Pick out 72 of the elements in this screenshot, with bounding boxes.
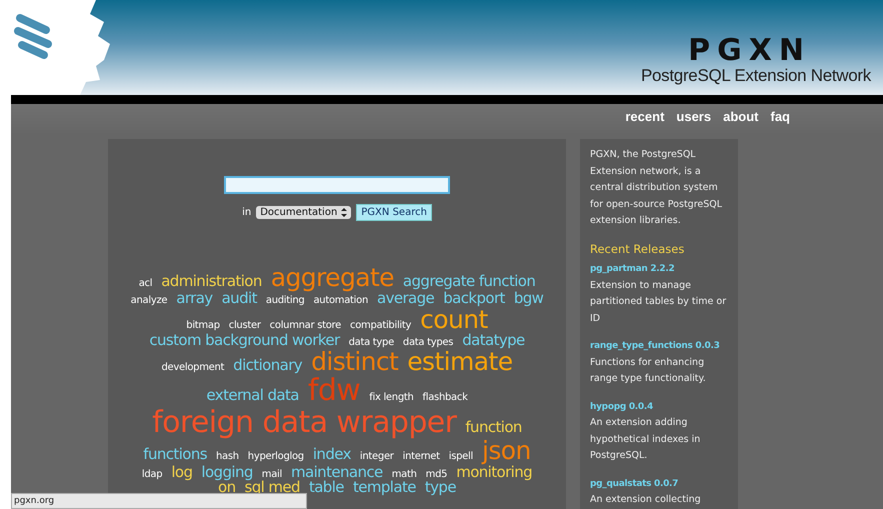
search-button[interactable]: PGXN Search: [356, 204, 432, 221]
tag-link[interactable]: auditing: [266, 296, 304, 307]
tag-link[interactable]: estimate: [407, 349, 512, 376]
tag-link[interactable]: template: [352, 480, 416, 496]
tag-link[interactable]: analyze: [130, 296, 168, 307]
nav-link[interactable]: users: [676, 109, 712, 139]
release-description: An extension collecting: [590, 493, 702, 507]
tag-link[interactable]: distinct: [311, 349, 398, 376]
tag-link[interactable]: count: [420, 307, 488, 334]
tag-link[interactable]: aggregate function: [402, 274, 536, 290]
tag-link[interactable]: automation: [313, 296, 368, 307]
tag-link[interactable]: aggregate: [270, 265, 394, 292]
tag-link[interactable]: integer: [360, 452, 394, 463]
tag-link[interactable]: internet: [402, 452, 440, 463]
tag-link[interactable]: fix length: [369, 393, 414, 404]
nav-link[interactable]: about: [723, 109, 758, 139]
tag-link[interactable]: mail: [262, 470, 282, 480]
tag-link[interactable]: flashback: [422, 393, 468, 404]
scope-label: in: [242, 207, 252, 218]
search-field[interactable]: [224, 176, 450, 194]
tag-link[interactable]: maintenance: [291, 464, 383, 480]
site-logo[interactable]: PGXN: [688, 36, 811, 66]
tag-link[interactable]: log: [171, 464, 192, 480]
site-tagline: PostgreSQL Extension Network: [640, 66, 871, 86]
release-link[interactable]: hypopg 0.0.4: [590, 398, 653, 415]
stepper-icon: [341, 208, 348, 217]
tag-link[interactable]: ldap: [142, 470, 162, 480]
tag-link[interactable]: cluster: [228, 321, 261, 332]
status-bar: pgxn.org: [11, 493, 307, 509]
release-description: Extension to manage partitioned tables by time or ID: [590, 278, 728, 326]
tag-link[interactable]: administration: [161, 274, 262, 290]
tag-link[interactable]: table: [308, 480, 344, 496]
scope-select[interactable]: Documentation: [256, 206, 352, 219]
tag-link[interactable]: hash: [216, 452, 239, 463]
tag-link[interactable]: datatype: [462, 333, 525, 349]
tag-link[interactable]: function: [465, 420, 522, 436]
tag-link[interactable]: acl: [138, 279, 152, 290]
tag-link[interactable]: data types: [402, 338, 454, 349]
tag-link[interactable]: data type: [348, 338, 394, 349]
tag-link[interactable]: bitmap: [186, 321, 220, 332]
tag-link[interactable]: array: [176, 291, 213, 307]
tag-link[interactable]: monitoring: [456, 464, 532, 480]
tag-link[interactable]: development: [162, 363, 224, 374]
tag-link[interactable]: backport: [443, 291, 505, 307]
tag-link[interactable]: external data: [206, 388, 299, 404]
tag-link[interactable]: columnar store: [270, 321, 341, 332]
tag-link[interactable]: custom background worker: [149, 333, 340, 349]
release-description: Functions for enhancing range type functionality.: [590, 356, 707, 386]
tag-link[interactable]: json: [482, 438, 531, 464]
tag-link[interactable]: average: [376, 291, 434, 307]
release-link[interactable]: pg_partman 2.2.2: [590, 261, 674, 278]
tag-link[interactable]: index: [312, 447, 351, 463]
tag-link[interactable]: logging: [201, 464, 253, 480]
tag-link[interactable]: bgw: [514, 291, 544, 307]
release-link[interactable]: pg_qualstats 0.0.7: [590, 476, 678, 492]
nav-link[interactable]: faq: [770, 109, 790, 139]
tag-link[interactable]: sql med: [244, 480, 300, 496]
tag-link[interactable]: dictionary: [233, 358, 302, 374]
section-heading: Recent Releases: [590, 240, 686, 257]
tag-link[interactable]: functions: [143, 447, 207, 463]
tag-link[interactable]: md5: [426, 470, 448, 480]
tag-link[interactable]: audit: [222, 291, 257, 307]
tag-link[interactable]: ispell: [448, 452, 473, 463]
release-link[interactable]: range_type_functions 0.0.3: [590, 338, 720, 354]
tag-link[interactable]: type: [424, 480, 456, 496]
tag-link[interactable]: on: [218, 480, 236, 496]
release-description: An extension adding hypothetical indexes in PostgreSQL.: [590, 416, 702, 463]
nav-link[interactable]: recent: [625, 109, 664, 139]
tag-link[interactable]: hyperloglog: [248, 452, 304, 463]
intro-text: PGXN, the PostgreSQL Extension network, is a central distribution system for open-source PostgreSQL extension libraries.: [590, 148, 724, 228]
tag-link[interactable]: compatibility: [350, 321, 412, 332]
tag-link[interactable]: math: [392, 470, 417, 480]
